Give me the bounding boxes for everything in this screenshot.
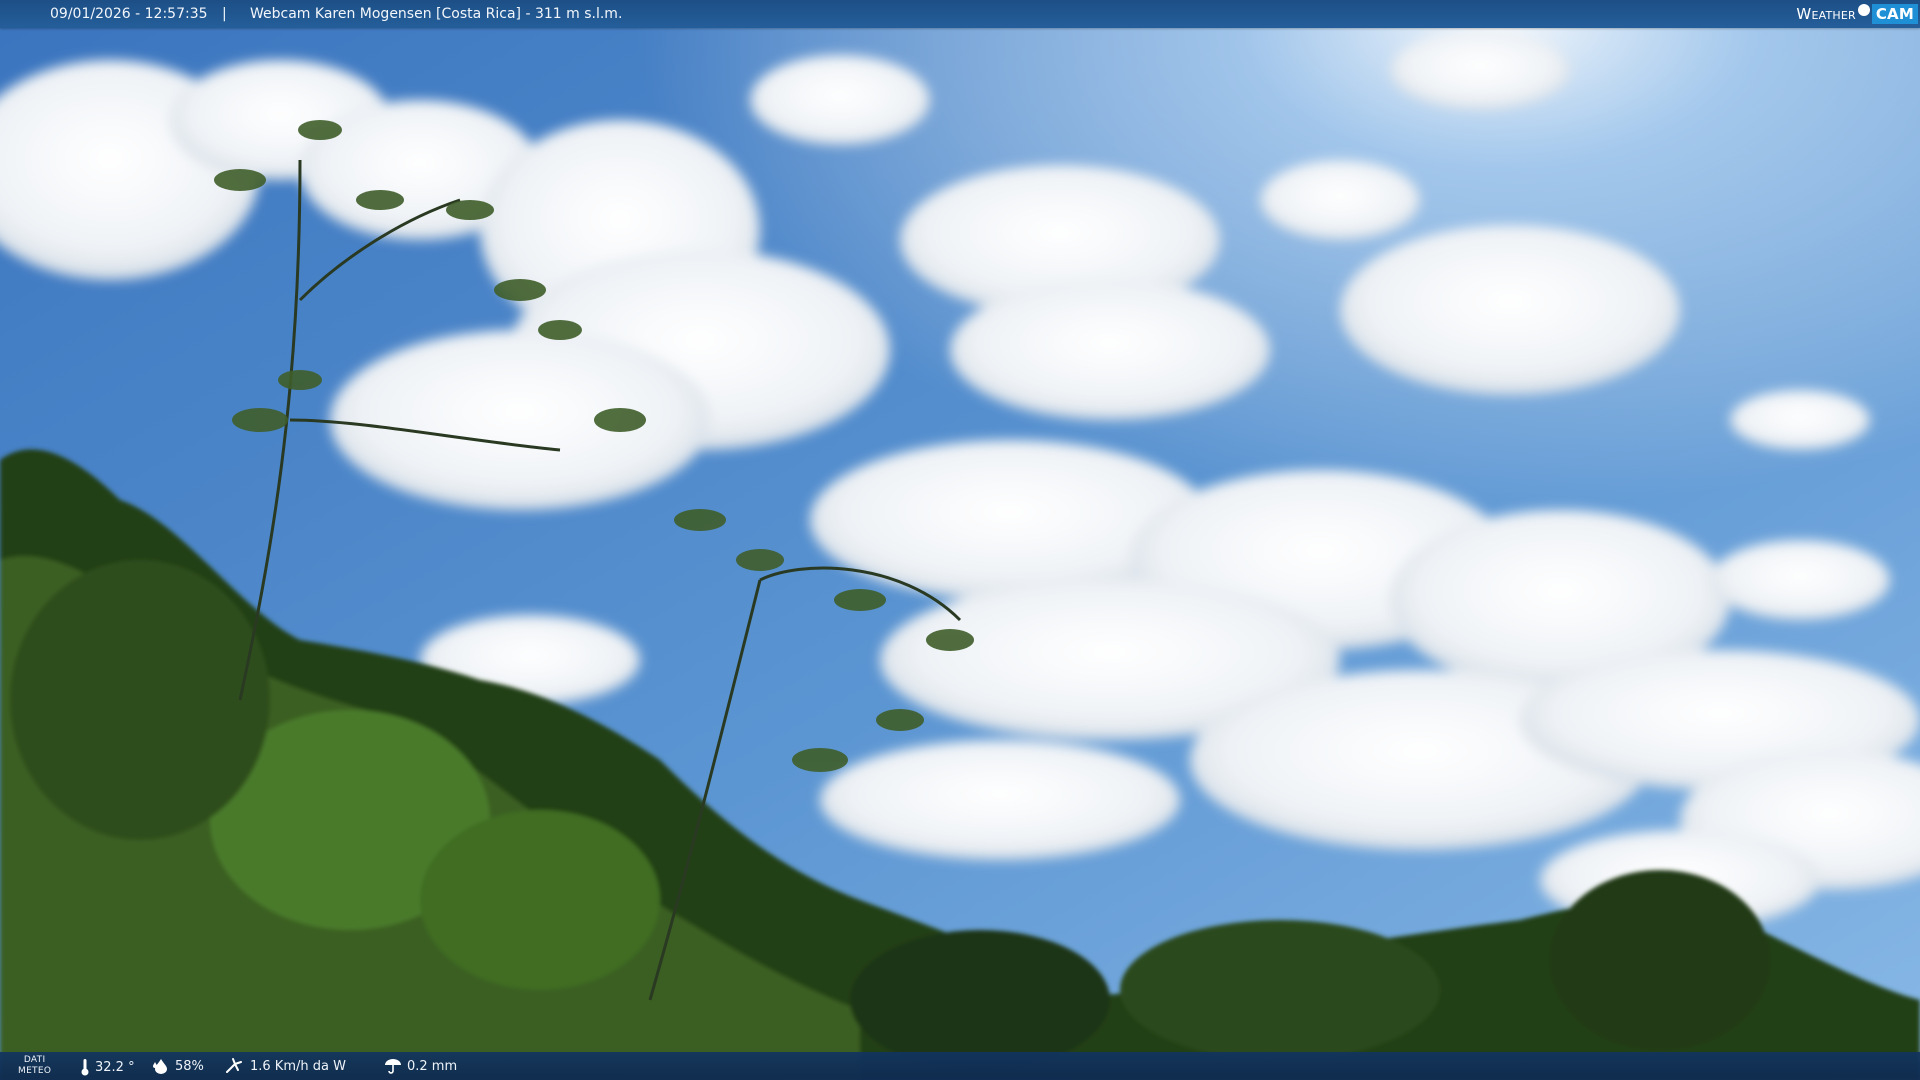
wind-value: 1.6 Km/h da W (250, 1058, 346, 1074)
top-info-bar: 09/01/2026 - 12:57:35 | Webcam Karen Mog… (0, 0, 1920, 28)
separator: | (222, 6, 227, 22)
wind-icon (226, 1058, 242, 1073)
weathercam-logo: Weather CAM (1796, 2, 1918, 26)
dati-line-2: METEO (18, 1066, 52, 1076)
webcam-title: Webcam Karen Mogensen [Costa Rica] - 311… (250, 6, 623, 22)
weather-data-bar: DATI METEO 32.2 ° 58% 1.6 Km/h da W 0.2 … (0, 1052, 1920, 1080)
brand-cam: CAM (1871, 4, 1918, 24)
rain-readout: 0.2 mm (384, 1058, 457, 1074)
webcam-scene (0, 0, 1920, 1080)
dati-meteo-label: DATI METEO (18, 1055, 51, 1077)
brand-dot-icon (1857, 4, 1870, 16)
humidity-icon (153, 1059, 167, 1074)
thermometer-icon (81, 1059, 89, 1076)
humidity-value: 58% (175, 1058, 204, 1074)
brand-word: Weather (1796, 5, 1856, 23)
rain-icon (385, 1059, 401, 1074)
rain-value: 0.2 mm (407, 1058, 458, 1074)
humidity-readout: 58% (152, 1058, 204, 1074)
wind-readout: 1.6 Km/h da W (225, 1058, 346, 1074)
temperature-value: 32.2 ° (95, 1059, 135, 1075)
timestamp: 09/01/2026 - 12:57:35 (50, 6, 208, 22)
temperature-readout: 32.2 ° (80, 1058, 135, 1076)
dati-line-1: DATI (23, 1055, 46, 1065)
